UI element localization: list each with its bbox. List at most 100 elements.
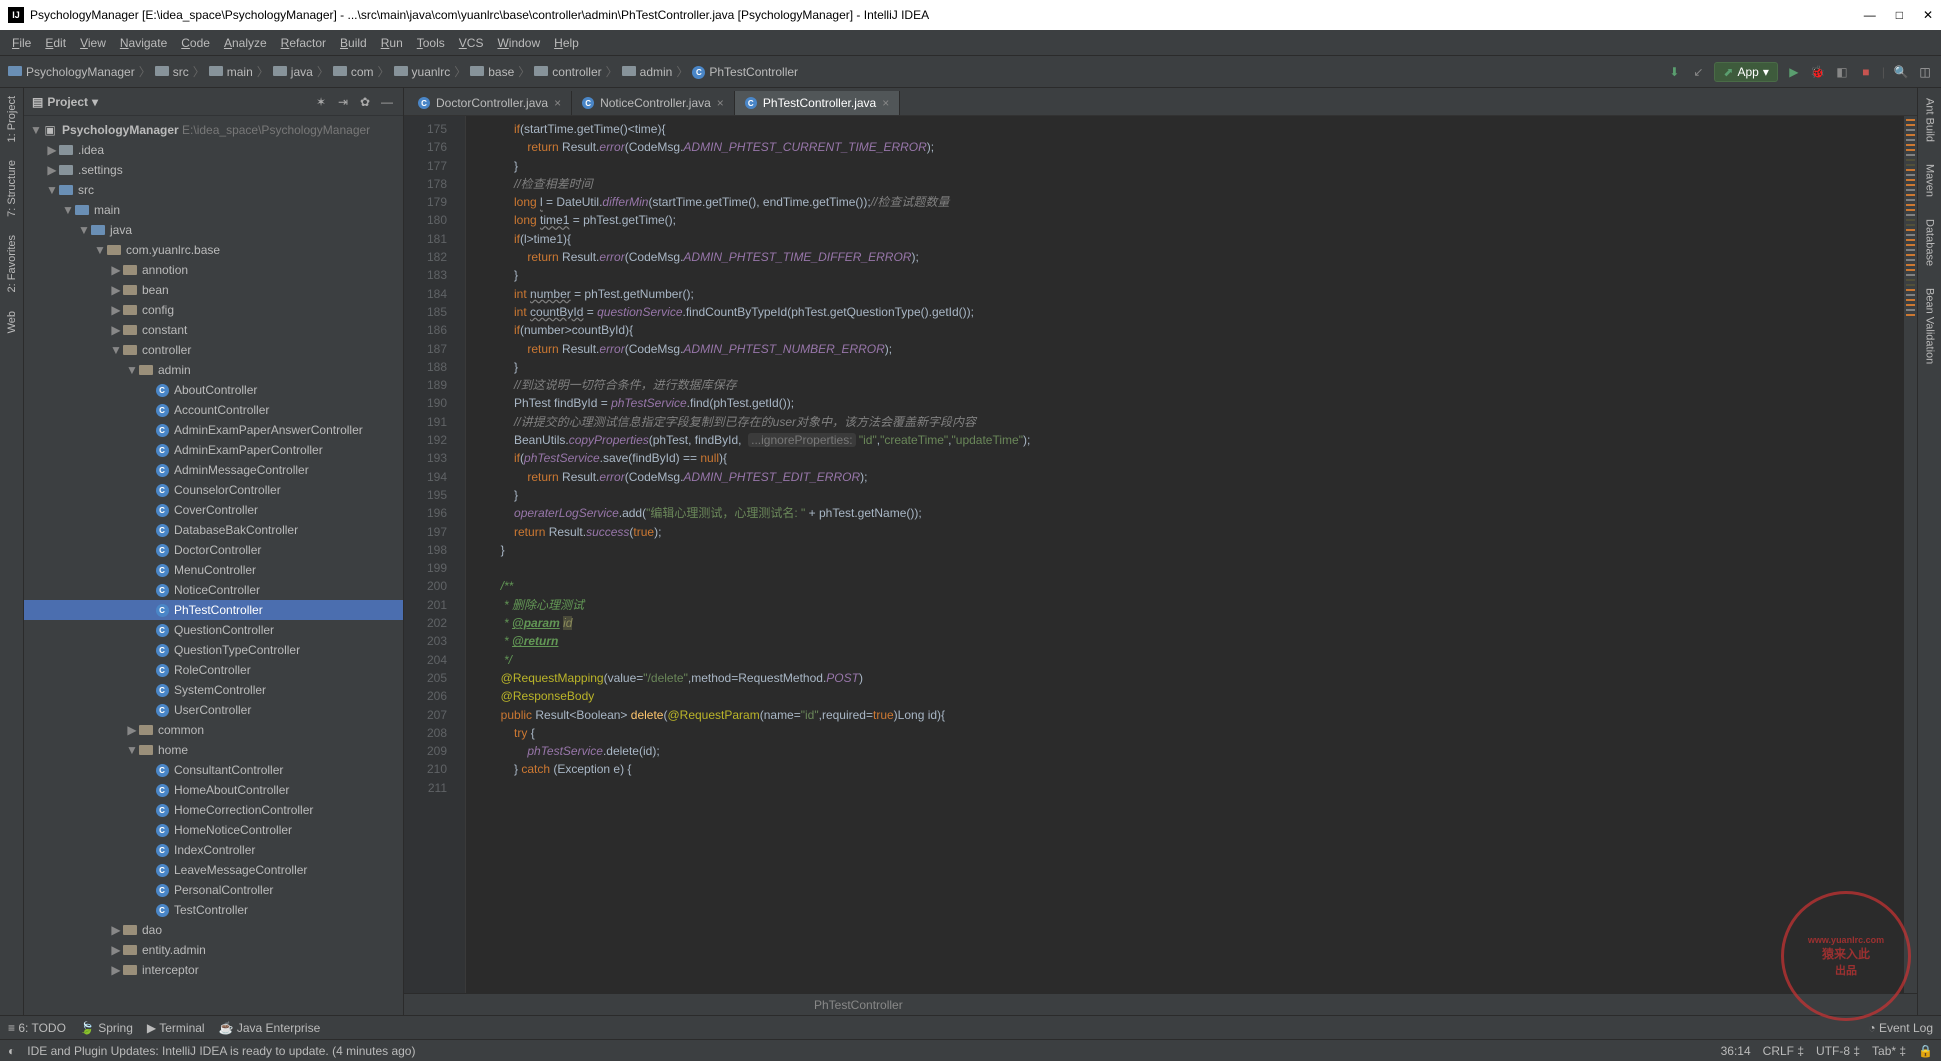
line-number[interactable]: 189 <box>408 376 447 394</box>
marker[interactable] <box>1906 134 1915 136</box>
marker[interactable] <box>1906 269 1915 271</box>
code-line[interactable]: PhTest findById = phTestService.find(phT… <box>474 394 1903 412</box>
tree-item-HomeCorrectionController[interactable]: CHomeCorrectionController <box>24 800 403 820</box>
menu-vcs[interactable]: VCS <box>453 33 490 53</box>
code-line[interactable] <box>474 779 1903 797</box>
marker[interactable] <box>1906 184 1915 186</box>
tree-item-QuestionTypeController[interactable]: CQuestionTypeController <box>24 640 403 660</box>
marker[interactable] <box>1906 299 1915 301</box>
project-tree[interactable]: ▼ ▣ PsychologyManager E:\idea_space\Psyc… <box>24 116 403 1015</box>
line-number[interactable]: 191 <box>408 413 447 431</box>
marker[interactable] <box>1906 289 1915 291</box>
tree-item-IndexController[interactable]: CIndexController <box>24 840 403 860</box>
code-line[interactable]: } <box>474 358 1903 376</box>
marker[interactable] <box>1906 294 1915 296</box>
run-config-selector[interactable]: ⬈App▾ <box>1714 62 1777 82</box>
code-line[interactable]: */ <box>474 651 1903 669</box>
tree-item-AdminMessageController[interactable]: CAdminMessageController <box>24 460 403 480</box>
tree-item-TestController[interactable]: CTestController <box>24 900 403 920</box>
breadcrumb-item[interactable]: PhTestController <box>709 65 798 79</box>
marker[interactable] <box>1906 224 1915 226</box>
code-line[interactable]: phTestService.delete(id); <box>474 742 1903 760</box>
line-number[interactable]: 196 <box>408 504 447 522</box>
collapse-icon[interactable]: ⇥ <box>335 94 351 110</box>
code-line[interactable]: long time1 = phTest.getTime(); <box>474 211 1903 229</box>
line-number[interactable]: 176 <box>408 138 447 156</box>
code-content[interactable]: if(startTime.getTime()<time){ return Res… <box>466 116 1903 993</box>
code-line[interactable]: BeanUtils.copyProperties(phTest, findByI… <box>474 431 1903 449</box>
marker[interactable] <box>1906 279 1915 281</box>
marker[interactable] <box>1906 169 1915 171</box>
editor-breadcrumb[interactable]: PhTestController <box>404 993 1917 1015</box>
line-number[interactable]: 206 <box>408 687 447 705</box>
gutter[interactable]: 1751761771781791801811821831841851861871… <box>404 116 466 993</box>
bottom-tool[interactable]: ☕ Java Enterprise <box>219 1021 321 1035</box>
marker[interactable] <box>1906 244 1915 246</box>
breadcrumb-item[interactable]: yuanlrc <box>412 65 451 79</box>
code-line[interactable]: * @param id <box>474 614 1903 632</box>
tree-item-UserController[interactable]: CUserController <box>24 700 403 720</box>
code-line[interactable]: try { <box>474 724 1903 742</box>
close-icon[interactable]: × <box>717 96 724 110</box>
tree-item-LeaveMessageController[interactable]: CLeaveMessageController <box>24 860 403 880</box>
line-number[interactable]: 193 <box>408 449 447 467</box>
tool-structure[interactable]: 7: Structure <box>4 156 20 221</box>
close-icon[interactable]: × <box>554 96 561 110</box>
code-line[interactable]: int number = phTest.getNumber(); <box>474 285 1903 303</box>
line-number[interactable]: 211 <box>408 779 447 797</box>
code-line[interactable]: } catch (Exception e) { <box>474 760 1903 778</box>
event-log[interactable]: ◔ Event Log <box>1868 1021 1933 1035</box>
marker[interactable] <box>1906 219 1915 221</box>
tree-item-AccountController[interactable]: CAccountController <box>24 400 403 420</box>
marker[interactable] <box>1906 129 1915 131</box>
code-line[interactable]: * 删除心理测试 <box>474 596 1903 614</box>
tree-item-AdminExamPaperAnswerController[interactable]: CAdminExamPaperAnswerController <box>24 420 403 440</box>
project-view-selector[interactable]: ▤ Project ▾ <box>32 95 98 109</box>
line-number[interactable]: 183 <box>408 266 447 284</box>
breadcrumb-item[interactable]: PsychologyManager <box>26 65 135 79</box>
hide-icon[interactable]: — <box>379 94 395 110</box>
tree-item-java[interactable]: ▼java <box>24 220 403 240</box>
tree-item-dao[interactable]: ▶dao <box>24 920 403 940</box>
line-number[interactable]: 207 <box>408 706 447 724</box>
line-number[interactable]: 181 <box>408 230 447 248</box>
breadcrumb-item[interactable]: main <box>227 65 253 79</box>
close-button[interactable]: ✕ <box>1923 8 1933 22</box>
line-number[interactable]: 200 <box>408 577 447 595</box>
marker[interactable] <box>1906 304 1915 306</box>
stop-icon[interactable]: ■ <box>1858 64 1874 80</box>
code-line[interactable]: //检查相差时间 <box>474 175 1903 193</box>
tree-item-controller[interactable]: ▼controller <box>24 340 403 360</box>
tree-item-SystemController[interactable]: CSystemController <box>24 680 403 700</box>
coverage-icon[interactable]: ◧ <box>1834 64 1850 80</box>
line-number[interactable]: 205 <box>408 669 447 687</box>
tree-item-entity-admin[interactable]: ▶entity.admin <box>24 940 403 960</box>
line-number[interactable]: 201 <box>408 596 447 614</box>
search-icon[interactable]: 🔍 <box>1893 64 1909 80</box>
code-editor[interactable]: 1751761771781791801811821831841851861871… <box>404 116 1917 993</box>
line-number[interactable]: 202 <box>408 614 447 632</box>
code-line[interactable]: operaterLogService.add("编辑心理测试，心理测试名: " … <box>474 504 1903 522</box>
minimize-button[interactable]: — <box>1864 8 1876 22</box>
tree-item-HomeNoticeController[interactable]: CHomeNoticeController <box>24 820 403 840</box>
line-number[interactable]: 180 <box>408 211 447 229</box>
code-line[interactable]: @ResponseBody <box>474 687 1903 705</box>
breadcrumb-item[interactable]: base <box>488 65 514 79</box>
tree-item-DoctorController[interactable]: CDoctorController <box>24 540 403 560</box>
tree-item--idea[interactable]: ▶.idea <box>24 140 403 160</box>
marker[interactable] <box>1906 119 1915 121</box>
marker[interactable] <box>1906 204 1915 206</box>
bottom-tool[interactable]: ▶ Terminal <box>147 1021 205 1035</box>
encoding[interactable]: UTF-8 ‡ <box>1816 1044 1860 1058</box>
marker[interactable] <box>1906 159 1915 161</box>
code-line[interactable]: int countById = questionService.findCoun… <box>474 303 1903 321</box>
tree-item-MenuController[interactable]: CMenuController <box>24 560 403 580</box>
line-number[interactable]: 188 <box>408 358 447 376</box>
tool-ant-build[interactable]: Ant Build <box>1922 94 1938 146</box>
marker[interactable] <box>1906 174 1915 176</box>
code-line[interactable]: if(l>time1){ <box>474 230 1903 248</box>
marker[interactable] <box>1906 154 1915 156</box>
line-number[interactable]: 185 <box>408 303 447 321</box>
tree-item-src[interactable]: ▼src <box>24 180 403 200</box>
line-number[interactable]: 210 <box>408 760 447 778</box>
